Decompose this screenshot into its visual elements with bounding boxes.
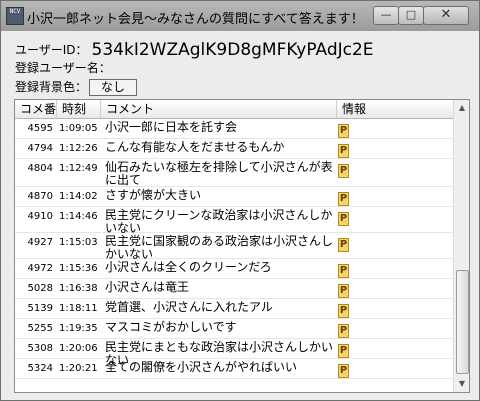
comment-number: 4804 bbox=[27, 163, 53, 174]
premium-p-icon: P bbox=[338, 304, 349, 318]
bg-color-row: 登録背景色： なし bbox=[15, 78, 138, 96]
comment-time: 1:12:49 bbox=[59, 163, 98, 174]
info-cell: P bbox=[338, 162, 349, 178]
comment-text: 全ての閣僚を小沢さんがやればいい bbox=[105, 360, 298, 374]
comment-text: マスコミがおかしいです bbox=[105, 320, 237, 334]
info-cell: P bbox=[338, 142, 349, 158]
table-row[interactable]: 5308 1:20:06 民主党にまともな政治家は小沢さんしかいない P bbox=[15, 339, 453, 367]
comment-number: 5308 bbox=[27, 343, 53, 354]
bg-color-value: なし bbox=[89, 79, 138, 96]
info-cell: P bbox=[338, 322, 349, 338]
premium-p-icon: P bbox=[338, 284, 349, 298]
table-row[interactable]: 4804 1:12:49 仙石みたいな極左を排除して小沢さんが表に出て P bbox=[15, 159, 453, 187]
premium-p-icon: P bbox=[338, 144, 349, 158]
table-row[interactable]: 5255 1:19:35 マスコミがおかしいです P bbox=[15, 319, 453, 339]
close-button[interactable]: ✕ bbox=[423, 6, 469, 25]
table-row[interactable]: 4927 1:15:03 民主党に国家観のある政治家は小沢さんしかいない P bbox=[15, 233, 453, 261]
minimize-button[interactable]: — bbox=[373, 6, 399, 25]
info-cell: P bbox=[338, 342, 349, 358]
scroll-thumb[interactable] bbox=[456, 270, 469, 374]
comment-number: 5028 bbox=[27, 283, 53, 294]
vertical-scrollbar[interactable]: ▲ ▼ bbox=[453, 100, 469, 392]
user-name-label: 登録ユーザー名： bbox=[15, 61, 111, 75]
comment-number: 4870 bbox=[27, 191, 53, 202]
info-cell: P bbox=[338, 362, 349, 378]
user-id-row: ユーザーID： 534kI2WZAglK9D8gMFKyPAdJc2E bbox=[15, 39, 374, 60]
comment-text: 仙石みたいな極左を排除して小沢さんが表に出て bbox=[105, 160, 333, 187]
comment-number: 4972 bbox=[27, 263, 53, 274]
premium-p-icon: P bbox=[338, 364, 349, 378]
table-row[interactable]: 4595 1:09:05 小沢一郎に日本を託す会 P bbox=[15, 119, 453, 139]
table-row[interactable]: 5028 1:16:38 小沢さんは竜王 P bbox=[15, 279, 453, 299]
premium-p-icon: P bbox=[338, 324, 349, 338]
comment-time: 1:09:05 bbox=[59, 123, 98, 134]
comment-number: 5324 bbox=[27, 363, 53, 374]
comment-text: 小沢一郎に日本を託す会 bbox=[105, 120, 238, 134]
scroll-up-arrow-icon[interactable]: ▲ bbox=[454, 100, 469, 116]
premium-p-icon: P bbox=[338, 192, 349, 206]
comment-text: さすが懐が大きい bbox=[105, 188, 202, 202]
user-id-value: 534kI2WZAglK9D8gMFKyPAdJc2E bbox=[91, 40, 374, 60]
info-cell: P bbox=[338, 236, 349, 252]
title-bar[interactable]: NCV 小沢一郎ネット会見～みなさんの質問にすべて答えます！ - ... — □… bbox=[1, 1, 479, 31]
info-cell: P bbox=[338, 262, 349, 278]
comment-time: 1:14:46 bbox=[59, 211, 98, 222]
comment-text: こんな有能な人をだませるもんか bbox=[105, 140, 285, 154]
comment-text: 民主党に国家観のある政治家は小沢さんしかいない bbox=[105, 234, 334, 261]
user-name-row: 登録ユーザー名： bbox=[15, 59, 111, 76]
comment-text: 党首選、小沢さんに入れたアル bbox=[105, 300, 273, 314]
comment-number: 4910 bbox=[27, 211, 53, 222]
premium-p-icon: P bbox=[338, 212, 349, 226]
column-header-info[interactable]: 情報 bbox=[337, 100, 453, 118]
comment-number: 4927 bbox=[27, 237, 53, 248]
comment-text: 小沢さんは竜王 bbox=[105, 280, 190, 294]
column-header-time[interactable]: 時刻 bbox=[57, 100, 101, 118]
info-cell: P bbox=[338, 282, 349, 298]
table-row[interactable]: 4870 1:14:02 さすが懐が大きい P bbox=[15, 187, 453, 207]
comment-time: 1:12:26 bbox=[59, 143, 98, 154]
comment-time: 1:18:11 bbox=[59, 303, 98, 314]
comment-time: 1:15:03 bbox=[59, 237, 98, 248]
table-row[interactable]: 5139 1:18:11 党首選、小沢さんに入れたアル P bbox=[15, 299, 453, 319]
premium-p-icon: P bbox=[338, 124, 349, 138]
premium-p-icon: P bbox=[338, 344, 349, 358]
premium-p-icon: P bbox=[338, 264, 349, 278]
scroll-down-arrow-icon[interactable]: ▼ bbox=[454, 376, 469, 392]
comment-number: 5139 bbox=[27, 303, 53, 314]
table-row[interactable]: 4910 1:14:46 民主党にクリーンな政治家は小沢さんしかいない P bbox=[15, 207, 453, 235]
window-title: 小沢一郎ネット会見～みなさんの質問にすべて答えます！ - ... bbox=[27, 12, 365, 27]
table-row[interactable]: 4972 1:15:36 小沢さんは全くのクリーンだろ P bbox=[15, 259, 453, 279]
info-cell: P bbox=[338, 302, 349, 318]
bg-color-label: 登録背景色： bbox=[15, 80, 88, 94]
column-header-comment[interactable]: コメント bbox=[101, 100, 337, 118]
premium-p-icon: P bbox=[338, 164, 349, 178]
comment-number: 5255 bbox=[27, 323, 53, 334]
comment-list[interactable]: コメ番 時刻 コメント 情報 4595 1:09:05 小沢一郎に日本を託す会 P 47… bbox=[14, 99, 470, 393]
comment-time: 1:19:35 bbox=[59, 323, 98, 334]
comment-time: 1:14:02 bbox=[59, 191, 98, 202]
user-id-label: ユーザーID： bbox=[15, 43, 88, 57]
info-cell: P bbox=[338, 122, 349, 138]
maximize-button[interactable]: □ bbox=[398, 6, 424, 25]
info-cell: P bbox=[338, 210, 349, 226]
comment-time: 1:16:38 bbox=[59, 283, 98, 294]
column-header-num[interactable]: コメ番 bbox=[15, 100, 57, 118]
comment-text: 小沢さんは全くのクリーンだろ bbox=[105, 260, 272, 274]
comment-time: 1:15:36 bbox=[59, 263, 98, 274]
comment-time: 1:20:21 bbox=[59, 363, 98, 374]
app-window: NCV 小沢一郎ネット会見～みなさんの質問にすべて答えます！ - ... — □… bbox=[0, 0, 480, 401]
comment-time: 1:20:06 bbox=[59, 343, 98, 354]
table-row[interactable]: 5324 1:20:21 全ての閣僚を小沢さんがやればいい P bbox=[15, 359, 453, 379]
premium-p-icon: P bbox=[338, 238, 349, 252]
comment-text: 民主党にクリーンな政治家は小沢さんしかいない bbox=[105, 208, 333, 235]
table-row[interactable]: 4794 1:12:26 こんな有能な人をだませるもんか P bbox=[15, 139, 453, 159]
app-icon[interactable]: NCV bbox=[6, 7, 24, 25]
info-cell: P bbox=[338, 190, 349, 206]
list-header: コメ番 時刻 コメント 情報 bbox=[15, 100, 453, 119]
comment-number: 4595 bbox=[27, 123, 53, 134]
comment-number: 4794 bbox=[27, 143, 53, 154]
